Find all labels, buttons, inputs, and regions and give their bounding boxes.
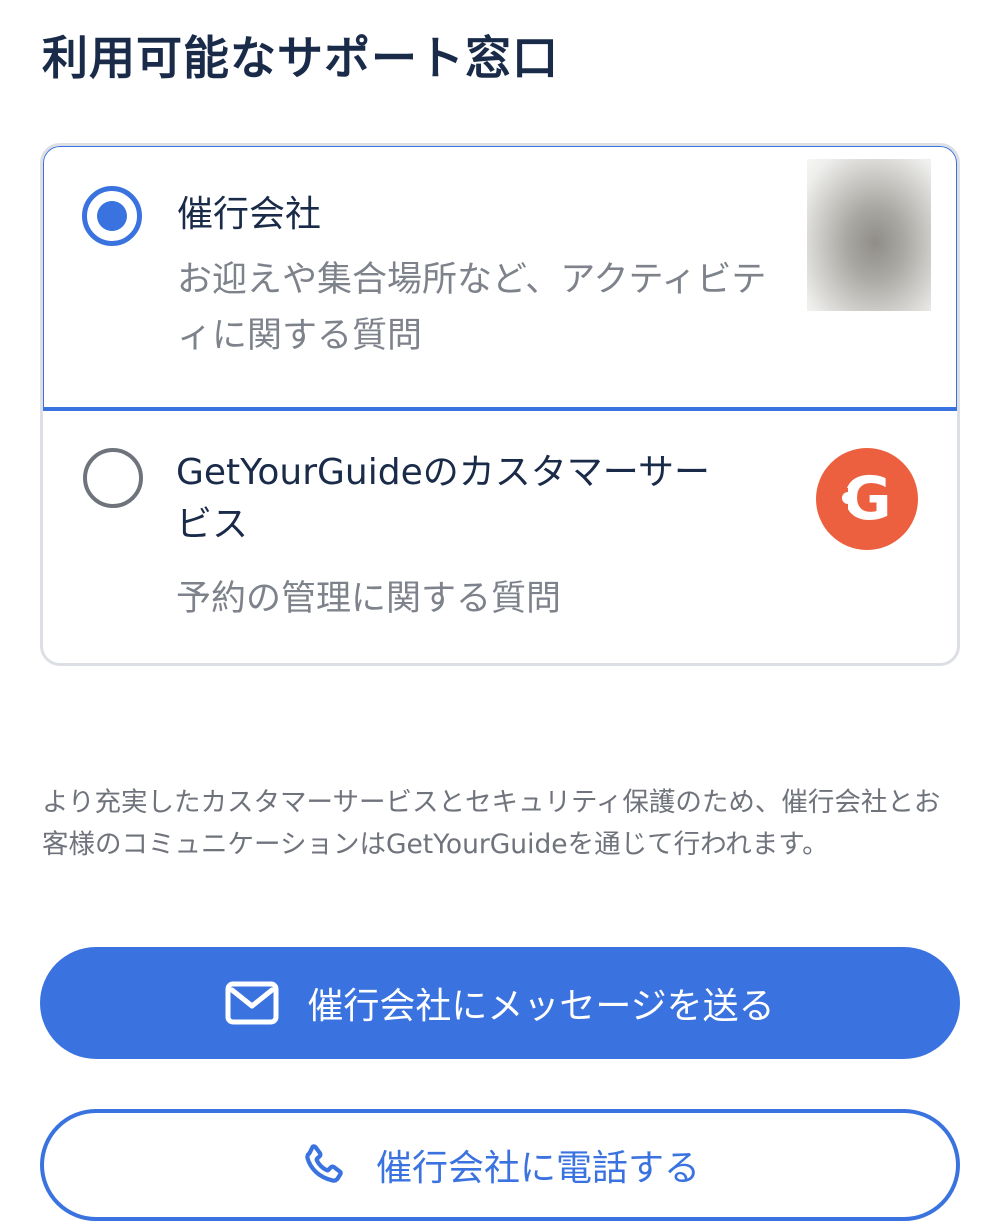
option-description: 予約の管理に関する質問 [176,579,562,619]
radio-unselected[interactable] [83,448,143,508]
logo-eye [842,492,854,504]
send-message-button[interactable]: 催行会社にメッセージを送る [40,947,960,1059]
radio-selected[interactable] [82,186,142,246]
send-message-label: 催行会社にメッセージを送る [307,986,775,1027]
call-operator-label: 催行会社に電話する [375,1148,700,1189]
option-title: GetYourGuideのカスタマーサービス [176,452,711,545]
support-options-card: 催行会社 お迎えや集合場所など、アクティビティに関する質問 GetYourGui… [40,143,960,666]
getyourguide-logo-icon: G [816,448,918,550]
option-tour-operator[interactable]: 催行会社 お迎えや集合場所など、アクティビティに関する質問 [43,146,957,411]
option-getyourguide-support[interactable]: GetYourGuideのカスタマーサービス 予約の管理に関する質問 G [43,411,957,663]
logo-letter: G [842,464,892,534]
radio-dot [97,201,127,231]
call-operator-button[interactable]: 催行会社に電話する [40,1109,960,1221]
option-description: お迎えや集合場所など、アクティビティに関する質問 [177,260,767,356]
page-title: 利用可能なサポート窓口 [42,31,559,85]
phone-icon [300,1142,346,1188]
operator-thumbnail-image [807,159,931,311]
communication-notice: より充実したカスタマーサービスとセキュリティ保護のため、催行会社とお客様のコミュ… [42,787,941,860]
mail-icon [225,981,279,1025]
option-title: 催行会社 [177,194,322,235]
